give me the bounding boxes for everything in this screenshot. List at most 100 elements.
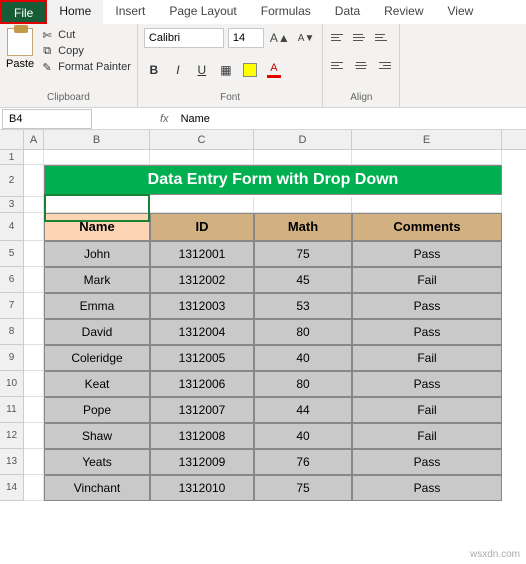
- cell-name[interactable]: Vinchant: [44, 475, 150, 501]
- cell-id[interactable]: 1312001: [150, 241, 254, 267]
- row-header-4[interactable]: 4: [0, 213, 24, 241]
- align-left-button[interactable]: [329, 56, 349, 74]
- align-bottom-button[interactable]: [373, 28, 393, 46]
- cell-comments[interactable]: Pass: [352, 371, 502, 397]
- cell-math[interactable]: 75: [254, 241, 352, 267]
- cell-name[interactable]: Mark: [44, 267, 150, 293]
- cell-name[interactable]: Yeats: [44, 449, 150, 475]
- cell-math[interactable]: 53: [254, 293, 352, 319]
- cell-comments[interactable]: Pass: [352, 293, 502, 319]
- cell-comments[interactable]: Fail: [352, 397, 502, 423]
- cell-math[interactable]: 44: [254, 397, 352, 423]
- border-button[interactable]: ▦: [216, 60, 236, 80]
- font-size-select[interactable]: [228, 28, 264, 48]
- font-name-select[interactable]: [144, 28, 224, 48]
- alignment-group-label: Align: [329, 90, 393, 105]
- row-header-12[interactable]: 12: [0, 423, 24, 449]
- align-top-button[interactable]: [329, 28, 349, 46]
- cell-name[interactable]: Emma: [44, 293, 150, 319]
- col-header-A[interactable]: A: [24, 130, 44, 149]
- cell-math[interactable]: 80: [254, 371, 352, 397]
- select-all-corner[interactable]: [0, 130, 24, 149]
- col-header-E[interactable]: E: [352, 130, 502, 149]
- name-box[interactable]: B4: [2, 109, 92, 129]
- cell-math[interactable]: 76: [254, 449, 352, 475]
- cell-id[interactable]: 1312003: [150, 293, 254, 319]
- cell-id[interactable]: 1312004: [150, 319, 254, 345]
- cell-name[interactable]: Coleridge: [44, 345, 150, 371]
- fill-color-button[interactable]: [240, 60, 260, 80]
- cell-comments[interactable]: Fail: [352, 423, 502, 449]
- cell-math[interactable]: 40: [254, 345, 352, 371]
- row-header-10[interactable]: 10: [0, 371, 24, 397]
- row-header-1[interactable]: 1: [0, 150, 24, 165]
- tab-insert[interactable]: Insert: [103, 0, 157, 24]
- row-header-8[interactable]: 8: [0, 319, 24, 345]
- cell-name[interactable]: Pope: [44, 397, 150, 423]
- cell-name[interactable]: Keat: [44, 371, 150, 397]
- row-header-7[interactable]: 7: [0, 293, 24, 319]
- cell-comments[interactable]: Pass: [352, 241, 502, 267]
- row-header-2[interactable]: 2: [0, 165, 24, 197]
- cell-id[interactable]: 1312005: [150, 345, 254, 371]
- cell-comments[interactable]: Fail: [352, 267, 502, 293]
- paste-button[interactable]: Paste: [6, 28, 34, 70]
- formula-bar[interactable]: Name: [177, 113, 526, 125]
- header-name[interactable]: Name: [44, 213, 150, 241]
- cell-id[interactable]: 1312009: [150, 449, 254, 475]
- header-comments[interactable]: Comments: [352, 213, 502, 241]
- scissors-icon: ✄: [40, 28, 54, 42]
- cell-name[interactable]: John: [44, 241, 150, 267]
- tab-formulas[interactable]: Formulas: [249, 0, 323, 24]
- cell-math[interactable]: 45: [254, 267, 352, 293]
- cell-name[interactable]: Shaw: [44, 423, 150, 449]
- row-header-9[interactable]: 9: [0, 345, 24, 371]
- cell-comments[interactable]: Pass: [352, 475, 502, 501]
- tab-home[interactable]: Home: [47, 0, 103, 24]
- row-header-14[interactable]: 14: [0, 475, 24, 501]
- cell-id[interactable]: 1312008: [150, 423, 254, 449]
- cell-id[interactable]: 1312006: [150, 371, 254, 397]
- align-center-button[interactable]: [351, 56, 371, 74]
- header-math[interactable]: Math: [254, 213, 352, 241]
- col-header-C[interactable]: C: [150, 130, 254, 149]
- cell-id[interactable]: 1312002: [150, 267, 254, 293]
- copy-button[interactable]: ⧉Copy: [40, 44, 131, 58]
- col-header-D[interactable]: D: [254, 130, 352, 149]
- cut-button[interactable]: ✄Cut: [40, 28, 131, 42]
- align-middle-button[interactable]: [351, 28, 371, 46]
- italic-button[interactable]: I: [168, 60, 188, 80]
- cell-id[interactable]: 1312010: [150, 475, 254, 501]
- cell-comments[interactable]: Fail: [352, 345, 502, 371]
- tab-page-layout[interactable]: Page Layout: [157, 0, 248, 24]
- cell-math[interactable]: 75: [254, 475, 352, 501]
- tab-view[interactable]: View: [436, 0, 486, 24]
- worksheet-grid[interactable]: A B C D E 1 2 Data Entry Form with Drop …: [0, 130, 526, 501]
- header-id[interactable]: ID: [150, 213, 254, 241]
- fx-icon[interactable]: fx: [152, 113, 177, 125]
- col-header-B[interactable]: B: [44, 130, 150, 149]
- cell-comments[interactable]: Pass: [352, 449, 502, 475]
- row-header-6[interactable]: 6: [0, 267, 24, 293]
- underline-button[interactable]: U: [192, 60, 212, 80]
- row-header-3[interactable]: 3: [0, 197, 24, 213]
- format-painter-button[interactable]: ✎Format Painter: [40, 60, 131, 74]
- align-right-button[interactable]: [373, 56, 393, 74]
- cell-id[interactable]: 1312007: [150, 397, 254, 423]
- row-header-13[interactable]: 13: [0, 449, 24, 475]
- tab-review[interactable]: Review: [372, 0, 435, 24]
- font-color-swatch: [267, 75, 281, 78]
- bold-button[interactable]: B: [144, 60, 164, 80]
- tab-file[interactable]: File: [0, 0, 47, 24]
- row-header-11[interactable]: 11: [0, 397, 24, 423]
- cell-math[interactable]: 80: [254, 319, 352, 345]
- row-header-5[interactable]: 5: [0, 241, 24, 267]
- tab-data[interactable]: Data: [323, 0, 372, 24]
- cell-math[interactable]: 40: [254, 423, 352, 449]
- font-color-button[interactable]: A: [264, 60, 284, 80]
- shrink-font-button[interactable]: A▼: [296, 33, 317, 44]
- grow-font-button[interactable]: A▲: [268, 31, 292, 45]
- title-banner[interactable]: Data Entry Form with Drop Down: [44, 165, 502, 195]
- cell-comments[interactable]: Pass: [352, 319, 502, 345]
- cell-name[interactable]: David: [44, 319, 150, 345]
